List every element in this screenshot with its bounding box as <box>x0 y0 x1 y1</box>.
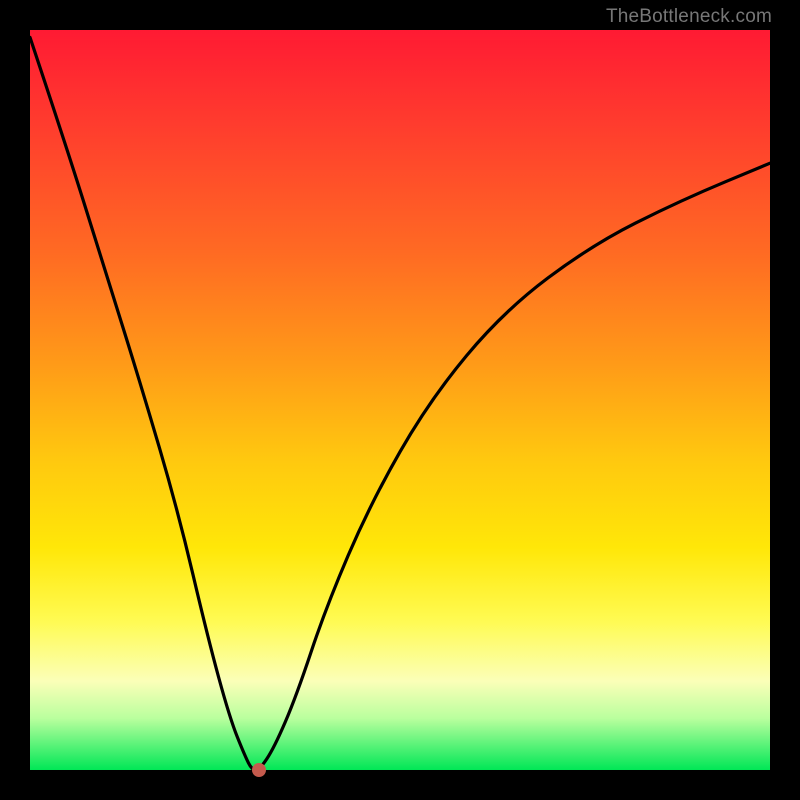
optimum-marker <box>252 763 266 777</box>
watermark-text: TheBottleneck.com <box>606 6 772 28</box>
plot-area <box>30 30 770 770</box>
chart-frame: TheBottleneck.com <box>0 0 800 800</box>
curve-path <box>30 37 770 770</box>
bottleneck-curve <box>30 30 770 770</box>
